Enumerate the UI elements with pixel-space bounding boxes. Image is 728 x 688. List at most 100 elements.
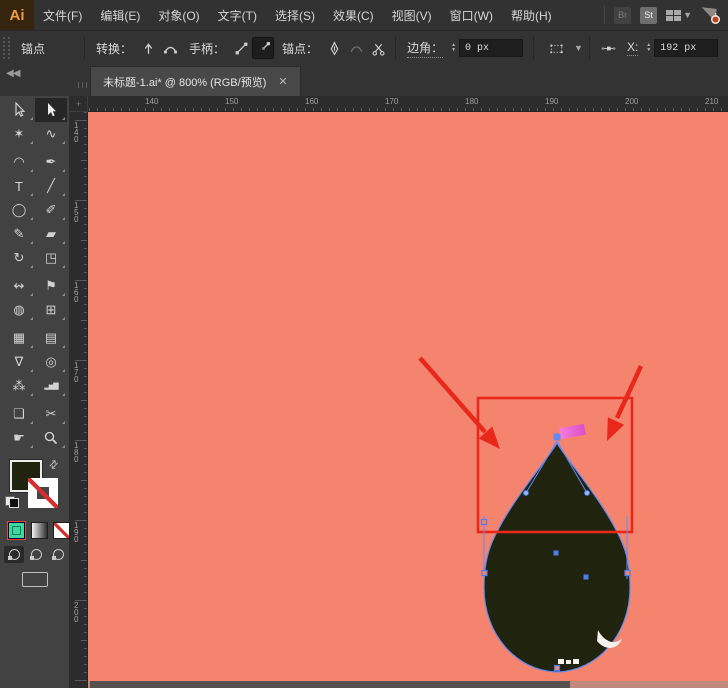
menu-item-7[interactable]: 窗口(W) — [441, 0, 502, 30]
perspective-grid-tool[interactable]: ⊞ — [35, 298, 67, 322]
menu-item-1[interactable]: 编辑(E) — [91, 0, 149, 30]
menu-item-2[interactable]: 对象(O) — [149, 0, 208, 30]
ruler-tick — [84, 616, 87, 617]
ruler-tick — [489, 108, 490, 111]
eraser-tool[interactable]: ▰ — [35, 222, 67, 246]
gradient-button[interactable] — [31, 522, 48, 539]
shape-builder-tool[interactable]: ◍ — [3, 298, 35, 322]
menu-item-5[interactable]: 效果(C) — [324, 0, 383, 30]
draw-behind-button[interactable] — [26, 546, 46, 563]
ruler-tick — [84, 184, 87, 185]
ruler-tick — [481, 108, 482, 111]
puppet-warp-tool[interactable]: ⚑ — [35, 274, 67, 298]
swap-fill-stroke-icon[interactable]: ⇄ — [46, 457, 62, 473]
color-button[interactable] — [8, 522, 25, 539]
menu-item-4[interactable]: 选择(S) — [266, 0, 324, 30]
bridge-icon[interactable]: Br — [614, 7, 631, 24]
corner-point-icon[interactable] — [137, 37, 159, 59]
ruler-tick — [265, 108, 266, 111]
rotate-tool[interactable]: ↻ — [3, 246, 35, 270]
ruler-tick — [84, 272, 87, 273]
x-label[interactable]: X: — [627, 40, 638, 56]
remove-anchor-icon[interactable] — [323, 37, 345, 59]
close-tab-icon[interactable]: ✕ — [278, 75, 287, 88]
document-tab[interactable]: 未标题-1.ai* @ 800% (RGB/预览) ✕ — [90, 66, 301, 96]
scrollbar-thumb[interactable] — [90, 681, 570, 688]
ruler-tick — [84, 624, 87, 625]
lasso-tool[interactable]: ∿ — [35, 122, 67, 146]
ruler-tick — [273, 108, 274, 111]
show-handles-icon[interactable] — [230, 37, 252, 59]
corner-label[interactable]: 边角： — [407, 39, 443, 58]
chevron-down-icon: ▼ — [683, 10, 692, 20]
curvature-tool[interactable]: ◠ — [3, 150, 35, 174]
line-segment-tool[interactable]: ╱ — [35, 174, 67, 198]
ruler-tick — [84, 608, 87, 609]
ruler-origin[interactable]: + — [70, 96, 88, 112]
ruler-tick — [84, 456, 87, 457]
selection-tool[interactable] — [3, 98, 35, 122]
x-input[interactable]: 192 px — [654, 39, 718, 57]
menu-item-6[interactable]: 视图(V) — [383, 0, 441, 30]
ruler-tick — [249, 108, 250, 111]
collapse-panel-icon[interactable]: ◀◀ — [6, 68, 19, 79]
ruler-tick — [665, 108, 666, 111]
mesh-tool[interactable]: ▦ — [3, 326, 35, 350]
vertical-ruler[interactable]: 140150160170180190200 — [70, 112, 88, 688]
ruler-tick — [84, 576, 87, 577]
ruler-tick — [505, 108, 506, 111]
gradient-tool[interactable]: ▤ — [35, 326, 67, 350]
eyedropper-tool[interactable]: ∇ — [3, 350, 35, 374]
ruler-tick — [84, 384, 87, 385]
control-bar-grip[interactable] — [3, 37, 10, 59]
screen-mode-button[interactable] — [22, 572, 48, 587]
smooth-point-icon[interactable] — [159, 37, 181, 59]
ellipse-tool[interactable]: ◯ — [3, 198, 35, 222]
ruler-tick — [84, 568, 87, 569]
share-power-icon[interactable] — [701, 7, 720, 24]
canvas-area[interactable]: + 140150160170180190200210 1401501601701… — [70, 96, 728, 688]
slice-tool[interactable]: ✂ — [35, 402, 67, 426]
type-tool[interactable]: T — [3, 174, 35, 198]
pen-tool[interactable]: ✒ — [35, 150, 67, 174]
none-button[interactable] — [53, 522, 70, 539]
symbol-sprayer-tool[interactable]: ⁂ — [3, 374, 35, 398]
horizontal-scrollbar[interactable] — [88, 681, 728, 688]
zoom-tool[interactable] — [35, 426, 67, 450]
ruler-tick — [137, 108, 138, 111]
stock-icon[interactable]: St — [640, 7, 657, 24]
magic-wand-tool[interactable]: ✶ — [3, 122, 35, 146]
hand-tool[interactable]: ☛ — [3, 426, 35, 450]
bounding-box-icon[interactable] — [540, 37, 572, 59]
corner-stepper[interactable]: ▲▼ — [451, 43, 456, 53]
cut-path-icon[interactable] — [367, 37, 389, 59]
blend-tool[interactable]: ◎ — [35, 350, 67, 374]
corner-input[interactable]: 0 px — [459, 39, 523, 57]
menu-item-8[interactable]: 帮助(H) — [502, 0, 561, 30]
ruler-tick — [84, 448, 87, 449]
width-tool[interactable]: ↭ — [3, 274, 35, 298]
paintbrush-tool[interactable]: ✐ — [35, 198, 67, 222]
draw-inside-button[interactable] — [48, 546, 68, 563]
default-swatches-icon[interactable] — [5, 496, 19, 508]
scale-tool[interactable]: ◳ — [35, 246, 67, 270]
column-graph-tool[interactable]: ▂▅▇ — [35, 374, 67, 398]
ruler-tick — [84, 136, 87, 137]
ruler-tick — [617, 108, 618, 111]
ruler-tick — [113, 108, 114, 111]
menu-item-3[interactable]: 文字(T) — [209, 0, 266, 30]
ruler-tick — [649, 108, 650, 111]
connect-path-icon[interactable] — [345, 37, 367, 59]
hide-handles-icon[interactable] — [252, 37, 274, 59]
direct-selection-tool[interactable] — [35, 98, 67, 122]
x-stepper[interactable]: ▲▼ — [646, 43, 651, 53]
menu-item-0[interactable]: 文件(F) — [34, 0, 91, 30]
artboard-tool[interactable]: ❏ — [3, 402, 35, 426]
draw-normal-button[interactable] — [4, 546, 24, 563]
stroke-color-swatch[interactable] — [28, 478, 58, 508]
horizontal-ruler[interactable]: 140150160170180190200210 — [88, 96, 728, 112]
workspace-switcher[interactable]: ▼ — [666, 10, 692, 21]
pencil-tool[interactable]: ✎ — [3, 222, 35, 246]
artboard[interactable] — [88, 112, 728, 688]
ruler-tick — [633, 108, 634, 111]
